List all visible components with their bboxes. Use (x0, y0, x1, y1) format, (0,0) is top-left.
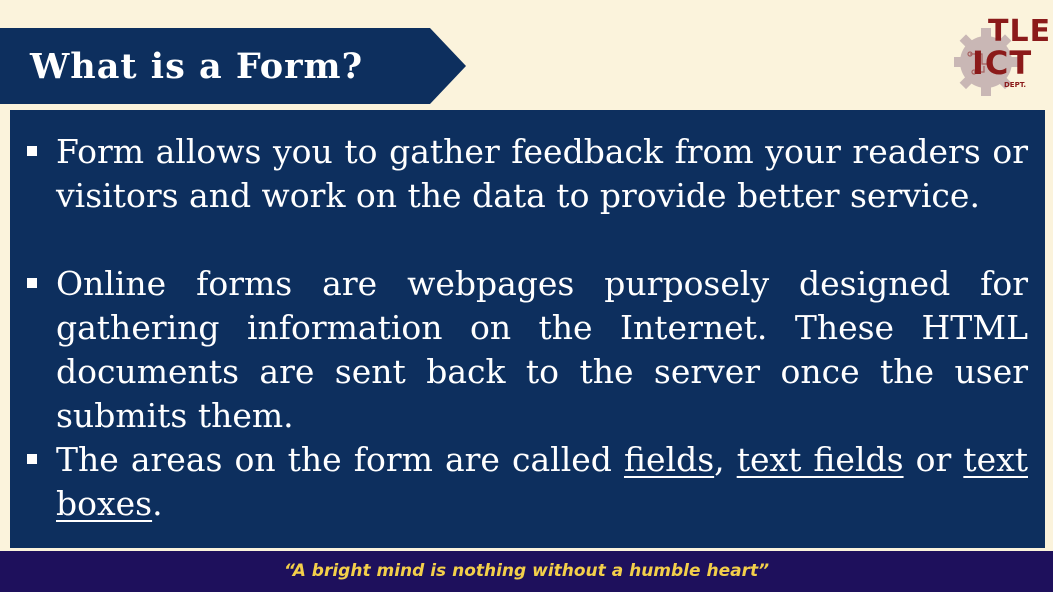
bullet-text: Online forms are webpages purposely desi… (56, 262, 1028, 438)
slide-title: What is a Form? (30, 46, 364, 87)
bullet-text-run: , (714, 440, 737, 479)
bullet-text-run: . (152, 484, 163, 523)
content-panel: Form allows you to gather feedback from … (10, 110, 1045, 548)
tle-ict-logo: TLE ICT DEPT. (952, 14, 1052, 100)
underlined-term: fields (623, 440, 715, 479)
bullet-text-run: The areas on the form are called (56, 440, 624, 479)
bullet-marker (27, 278, 37, 288)
bullet-text-run: Online forms are webpages purposely desi… (56, 264, 1028, 435)
footer-bar: “A bright mind is nothing without a humb… (0, 551, 1053, 592)
bullet-text-run: Form allows you to gather feedback from … (56, 132, 1028, 215)
bullet-marker (27, 146, 37, 156)
logo-ict: ICT (972, 44, 1033, 82)
logo-tle: TLE (988, 14, 1052, 49)
bullet-text: Form allows you to gather feedback from … (56, 130, 1028, 218)
bullet-text-run: or (903, 440, 964, 479)
bullet-text: The areas on the form are called fields,… (56, 438, 1028, 526)
bullet-marker (27, 454, 37, 464)
logo-dept: DEPT. (1004, 81, 1027, 89)
footer-quote: “A bright mind is nothing without a humb… (283, 561, 770, 581)
underlined-term: text fields (736, 440, 904, 479)
